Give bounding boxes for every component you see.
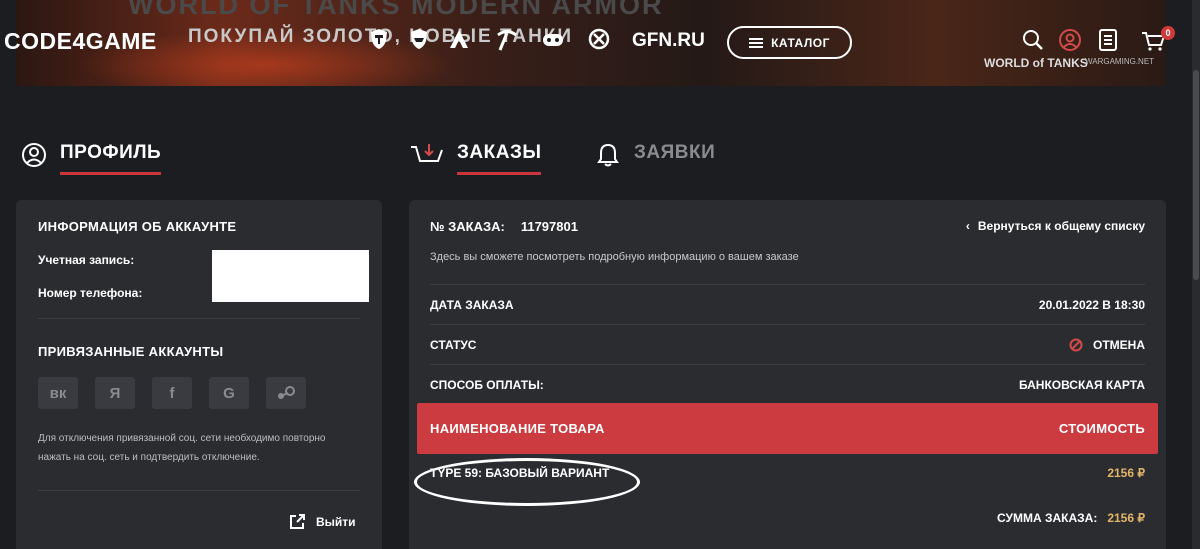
facebook-icon: f xyxy=(169,384,175,402)
account-label: Учетная запись: xyxy=(38,253,135,267)
search-icon[interactable] xyxy=(1020,28,1046,54)
tab-requests[interactable]: ЗАЯВКИ xyxy=(594,142,715,175)
facebook-button[interactable]: f xyxy=(152,377,192,409)
wot-logo[interactable]: WORLD of TANKS xyxy=(984,56,1088,70)
logout-button[interactable]: Выйти xyxy=(288,513,356,531)
tab-orders[interactable]: ЗАКАЗЫ xyxy=(409,141,542,175)
cart-count-badge: 0 xyxy=(1161,26,1175,40)
order-date-label: ДАТА ЗАКАЗА xyxy=(430,297,514,312)
bell-icon xyxy=(594,141,622,169)
cancel-icon xyxy=(1069,338,1083,351)
order-total: СУММА ЗАКАЗА: 2156 ₽ xyxy=(997,511,1145,525)
order-date-row: ДАТА ЗАКАЗА 20.01.2022 В 18:30 xyxy=(430,284,1145,324)
phone-label: Номер телефона: xyxy=(38,286,143,300)
order-date-value: 20.01.2022 В 18:30 xyxy=(1038,297,1145,312)
google-button[interactable]: G xyxy=(209,377,249,409)
vk-button[interactable]: вк xyxy=(38,377,78,409)
banner-title: WORLD OF TANKS MODERN ARMOR xyxy=(128,0,664,20)
page-scrollbar[interactable] xyxy=(1192,0,1200,549)
user-icon[interactable] xyxy=(1057,28,1083,54)
payment-method-row: СПОСОБ ОПЛАТЫ: БАНКОВСКАЯ КАРТА xyxy=(430,364,1145,404)
wargaming-logo[interactable]: WARGAMING.NET xyxy=(1085,57,1154,66)
order-status-row: СТАТУС ОТМЕНА xyxy=(430,324,1145,364)
order-total-label: СУММА ЗАКАЗА: xyxy=(997,511,1098,525)
yandex-icon: Я xyxy=(109,384,121,402)
col-name-header: НАИМЕНОВАНИЕ ТОВАРА xyxy=(430,421,605,436)
site-logo[interactable]: CODE4GAME xyxy=(4,28,157,55)
profile-icon xyxy=(20,141,48,169)
tab-profile[interactable]: ПРОФИЛЬ xyxy=(20,141,162,175)
back-to-list-label: Вернуться к общему списку xyxy=(977,219,1145,233)
menu-icon xyxy=(749,37,764,48)
catalog-button[interactable]: КАТАЛОГ xyxy=(727,26,852,59)
vk-icon: вк xyxy=(49,384,67,402)
account-info-title: ИНФОРМАЦИЯ ОБ АККАУНТЕ xyxy=(38,219,237,234)
items-table-header: НАИМЕНОВАНИЕ ТОВАРА СТОИМОСТЬ xyxy=(417,403,1158,454)
linked-accounts-title: ПРИВЯЗАННЫЕ АККАУНТЫ xyxy=(38,344,224,359)
tab-profile-label: ПРОФИЛЬ xyxy=(60,142,162,175)
divider xyxy=(38,318,360,319)
catalog-label: КАТАЛОГ xyxy=(771,35,830,50)
order-status-value: ОТМЕНА xyxy=(1069,338,1145,352)
order-number-label: № ЗАКАЗА: xyxy=(430,219,505,234)
tab-requests-label: ЗАЯВКИ xyxy=(634,142,716,163)
payment-method-label: СПОСОБ ОПЛАТЫ: xyxy=(430,377,544,392)
tab-orders-label: ЗАКАЗЫ xyxy=(457,142,542,175)
cart-orders-icon xyxy=(409,141,445,169)
col-price-header: СТОИМОСТЬ xyxy=(1058,421,1145,436)
chevron-left-icon: ‹ xyxy=(965,219,970,233)
apex-icon[interactable] xyxy=(446,28,472,54)
item-price: 2156 ₽ xyxy=(1107,466,1145,480)
yandex-button[interactable]: Я xyxy=(95,377,135,409)
highlight-ellipse xyxy=(414,458,640,506)
order-description: Здесь вы сможете посмотреть подробную ин… xyxy=(430,251,799,263)
back-to-list-link[interactable]: ‹ Вернуться к общему списку xyxy=(966,219,1145,233)
gamepad-icon[interactable] xyxy=(540,28,566,54)
orders-list-icon[interactable] xyxy=(1095,28,1121,54)
payment-method-value: БАНКОВСКАЯ КАРТА xyxy=(1018,377,1145,392)
steam-button[interactable] xyxy=(266,377,306,409)
xbox-icon[interactable] xyxy=(586,28,612,54)
order-status-text: ОТМЕНА xyxy=(1093,337,1145,352)
unlink-note: Для отключения привязанной соц. сети нео… xyxy=(38,433,326,463)
order-number: № ЗАКАЗА: 11797801 xyxy=(430,219,578,234)
steam-icon xyxy=(278,386,295,399)
order-number-value: 11797801 xyxy=(520,219,578,234)
divider xyxy=(38,490,360,491)
redacted-info-box xyxy=(212,250,369,302)
external-link-icon xyxy=(290,514,305,529)
google-icon: G xyxy=(223,384,235,402)
scrollbar-thumb[interactable] xyxy=(1193,70,1199,280)
gfn-link[interactable]: GFN.RU xyxy=(632,30,705,52)
order-status-label: СТАТУС xyxy=(430,337,477,352)
account-panel: ИНФОРМАЦИЯ ОБ АККАУНТЕ Учетная запись: Н… xyxy=(16,200,382,549)
order-panel: № ЗАКАЗА: 11797801 ‹ Вернуться к общему … xyxy=(409,200,1166,549)
order-total-value: 2156 ₽ xyxy=(1107,511,1145,525)
wows-shield-icon[interactable] xyxy=(406,28,432,54)
pickaxe-icon[interactable] xyxy=(494,28,520,54)
wot-shield-icon[interactable] xyxy=(366,28,392,54)
logout-label: Выйти xyxy=(316,515,356,529)
